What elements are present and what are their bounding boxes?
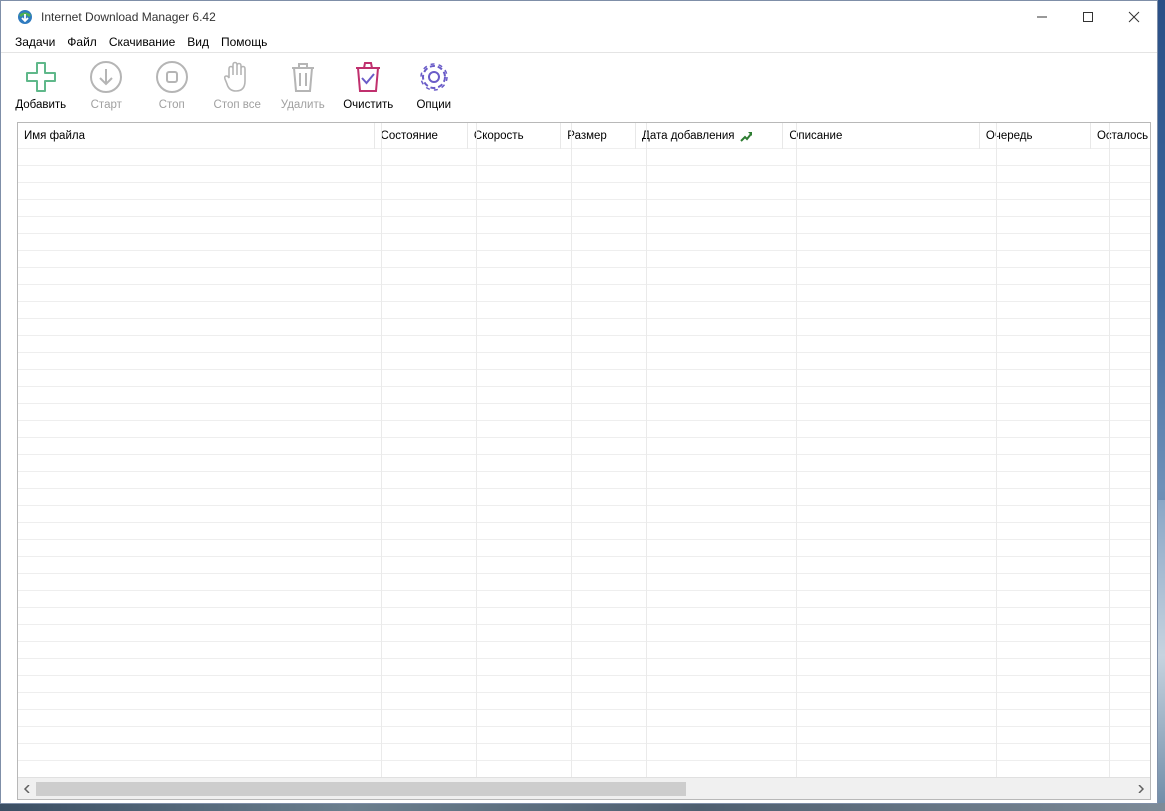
desktop-background-right: [1157, 500, 1165, 811]
column-header-speed[interactable]: Скорость: [468, 123, 562, 149]
minimize-button[interactable]: [1019, 1, 1065, 32]
start-label: Старт: [90, 99, 122, 111]
trash-icon: [291, 63, 314, 92]
title-bar[interactable]: Internet Download Manager 6.42: [1, 1, 1157, 32]
list-header: Имя файла Состояние Скорость Размер Дата…: [18, 123, 1150, 149]
add-label: Добавить: [15, 99, 67, 111]
stop-button[interactable]: Стоп: [139, 53, 205, 111]
minimize-icon: [1037, 16, 1047, 17]
menu-file[interactable]: Файл: [61, 32, 103, 52]
scroll-right-button[interactable]: [1132, 778, 1150, 800]
date-added-label: Дата добавления: [642, 130, 735, 142]
clear-button[interactable]: Очистить: [336, 53, 402, 111]
menu-bar: Задачи Файл Скачивание Вид Помощь: [1, 32, 1157, 52]
menu-downloads[interactable]: Скачивание: [103, 32, 181, 52]
toolbar: Добавить Старт Стоп Стоп все Удалить Очи…: [1, 52, 1157, 119]
stop-label: Стоп: [158, 99, 185, 111]
column-header-filename[interactable]: Имя файла: [18, 123, 375, 149]
clear-icon: [356, 62, 381, 92]
stop-icon: [155, 61, 188, 93]
column-divider: [381, 123, 382, 777]
column-header-remaining[interactable]: Осталось: [1091, 123, 1150, 149]
scroll-thumb[interactable]: [36, 781, 686, 796]
column-header-size[interactable]: Размер: [561, 123, 637, 149]
stop-all-label: Стоп все: [213, 99, 261, 111]
add-icon: [25, 62, 56, 92]
start-button[interactable]: Старт: [74, 53, 140, 111]
column-divider: [476, 123, 477, 777]
close-icon: [1128, 11, 1140, 22]
chevron-right-icon: [1138, 784, 1145, 793]
list-rows-area[interactable]: [18, 149, 1150, 777]
downloads-list[interactable]: Имя файла Состояние Скорость Размер Дата…: [17, 122, 1151, 800]
maximize-button[interactable]: [1065, 1, 1111, 32]
column-header-description[interactable]: Описание: [783, 123, 980, 149]
delete-label: Удалить: [280, 99, 325, 111]
options-label: Опции: [416, 99, 452, 111]
close-button[interactable]: [1111, 1, 1157, 32]
menu-tasks[interactable]: Задачи: [9, 32, 61, 52]
column-divider: [796, 123, 797, 777]
window-controls: [1019, 1, 1157, 32]
menu-view[interactable]: Вид: [181, 32, 215, 52]
hand-icon: [224, 61, 247, 92]
desktop-background-bottom: [0, 803, 1165, 811]
chevron-left-icon: [23, 784, 30, 793]
delete-button[interactable]: Удалить: [270, 53, 336, 111]
column-divider: [996, 123, 997, 777]
options-button[interactable]: Опции: [401, 53, 467, 111]
gear-icon: [420, 63, 448, 91]
maximize-icon: [1083, 11, 1093, 22]
column-divider: [571, 123, 572, 777]
clear-label: Очистить: [343, 99, 394, 111]
menu-help[interactable]: Помощь: [215, 32, 273, 52]
idm-app-icon: [18, 9, 32, 24]
sort-ascending-icon: [740, 132, 753, 142]
horizontal-scrollbar[interactable]: [18, 777, 1150, 799]
column-header-status[interactable]: Состояние: [375, 123, 468, 149]
column-header-date-added[interactable]: Дата добавления: [636, 123, 784, 149]
column-divider: [646, 123, 647, 777]
download-arrow-icon: [90, 61, 123, 93]
scroll-left-button[interactable]: [18, 778, 36, 800]
column-divider: [1109, 123, 1110, 777]
idm-window: Internet Download Manager 6.42 Задачи Фа…: [0, 0, 1158, 804]
add-button[interactable]: Добавить: [8, 53, 74, 111]
scroll-track[interactable]: [36, 781, 1132, 796]
window-title: Internet Download Manager 6.42: [41, 9, 216, 24]
stop-all-button[interactable]: Стоп все: [205, 53, 271, 111]
